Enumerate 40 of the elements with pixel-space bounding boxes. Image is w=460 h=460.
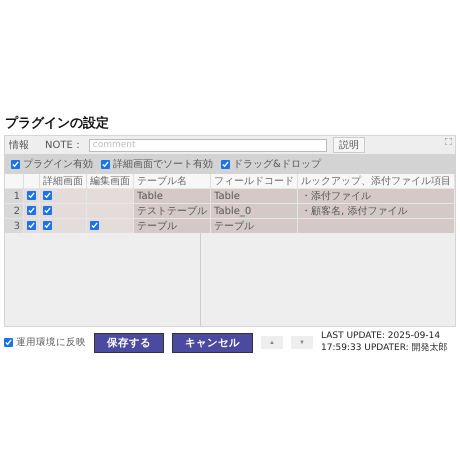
checkbox[interactable]: [221, 160, 230, 168]
table-cell: Table_0: [210, 204, 298, 218]
table-cell: テーブル: [134, 218, 210, 233]
checkbox[interactable]: [27, 190, 36, 200]
checkbox[interactable]: [11, 160, 20, 168]
checkbox[interactable]: [101, 160, 110, 168]
option-label: プラグイン有効: [23, 158, 93, 171]
cancel-button[interactable]: キャンセル: [172, 332, 253, 352]
note-label: NOTE：: [45, 139, 83, 152]
table-cell: テーブル: [210, 218, 298, 233]
row-number: 1: [5, 188, 24, 204]
info-label: 情報: [9, 138, 29, 152]
row-number: 3: [5, 218, 24, 233]
column-header: ルックアップ、添付ファイル項目: [298, 174, 454, 188]
help-button[interactable]: 説明: [332, 137, 365, 153]
save-button[interactable]: 保存する: [94, 332, 164, 352]
row-number: 2: [5, 204, 24, 218]
checkbox[interactable]: [43, 206, 52, 214]
table-cell: ・顧客名, 添付ファイル: [298, 204, 454, 218]
deploy-label: 運用環境に反映: [16, 336, 86, 349]
table-cell: Table: [210, 188, 298, 204]
table-cell: ・添付ファイル: [298, 188, 454, 204]
checkbox[interactable]: [27, 220, 36, 230]
option-label: 詳細画面でソート有効: [113, 158, 213, 171]
checkbox[interactable]: [43, 220, 52, 230]
last-update-text: LAST UPDATE: 2025-09-14 17:59:33 UPDATER: 開発太郎: [321, 331, 449, 354]
table-cell: Table: [134, 188, 210, 204]
page-title: プラグインの設定: [5, 114, 109, 132]
column-header: フィールドコード: [210, 174, 298, 188]
note-field[interactable]: comment: [88, 138, 327, 152]
checkbox[interactable]: [43, 190, 52, 200]
table-cell: テストテーブル: [134, 204, 210, 218]
option-label: ドラッグ&ドロップ: [233, 158, 321, 171]
expand-icon[interactable]: [445, 138, 452, 145]
column-header: テーブル名: [134, 174, 210, 188]
column-header: 詳細画面: [40, 174, 86, 188]
checkbox[interactable]: [4, 338, 13, 347]
column-header: 編集画面: [86, 174, 134, 188]
checkbox[interactable]: [27, 206, 36, 214]
checkbox[interactable]: [90, 220, 99, 230]
